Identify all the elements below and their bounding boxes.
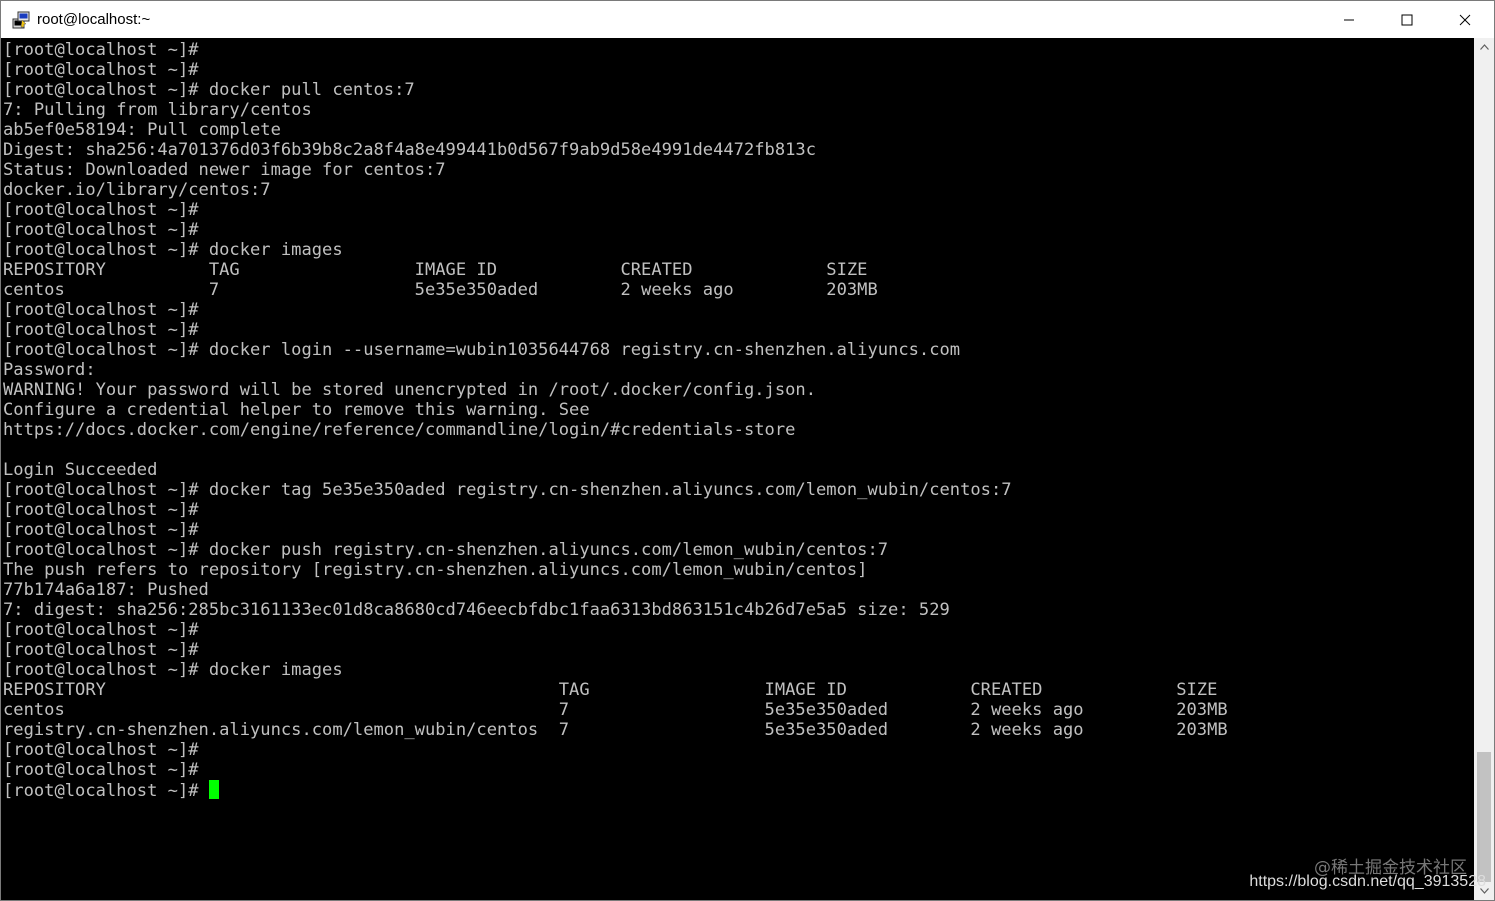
terminal-line: [root@localhost ~]# docker push registry… xyxy=(3,540,889,560)
minimize-icon xyxy=(1344,19,1354,20)
terminal-line: [root@localhost ~]# xyxy=(3,520,199,540)
terminal-line: REPOSITORY TAG IMAGE ID CREATED SIZE xyxy=(3,260,868,280)
shell-prompt: [root@localhost ~]# xyxy=(3,781,209,801)
scroll-up-button[interactable] xyxy=(1474,38,1494,56)
text-cursor xyxy=(208,780,219,799)
window-title: root@localhost:~ xyxy=(37,11,151,28)
terminal-line: https://docs.docker.com/engine/reference… xyxy=(3,420,796,440)
close-icon xyxy=(1459,14,1471,25)
terminal-line: [root@localhost ~]# xyxy=(3,220,199,240)
terminal-line: [root@localhost ~]# xyxy=(3,200,199,220)
terminal-line: ab5ef0e58194: Pull complete xyxy=(3,120,281,140)
title-bar[interactable]: root@localhost:~ xyxy=(1,1,1494,38)
maximize-icon xyxy=(1401,14,1413,25)
terminal-line: 7: Pulling from library/centos xyxy=(3,100,312,120)
terminal-line: Digest: sha256:4a701376d03f6b39b8c2a8f4a… xyxy=(3,140,817,160)
terminal-line: [root@localhost ~]# docker images xyxy=(3,660,343,680)
terminal-line: registry.cn-shenzhen.aliyuncs.com/lemon_… xyxy=(3,720,1228,740)
minimize-button[interactable] xyxy=(1320,1,1378,38)
terminal-line: [root@localhost ~]# docker pull centos:7 xyxy=(3,80,415,100)
terminal-line: [root@localhost ~]# xyxy=(3,760,199,780)
terminal-line: Password: xyxy=(3,360,96,380)
terminal-line: WARNING! Your password will be stored un… xyxy=(3,380,817,400)
terminal-line: REPOSITORY TAG IMAGE ID CREATED SIZE xyxy=(3,680,1218,700)
chevron-up-icon xyxy=(1479,44,1489,50)
vertical-scrollbar[interactable] xyxy=(1474,38,1494,900)
scrollbar-thumb[interactable] xyxy=(1477,752,1491,882)
terminal-line: [root@localhost ~]# xyxy=(3,300,199,320)
terminal-line: Login Succeeded xyxy=(3,460,158,480)
terminal-line: docker.io/library/centos:7 xyxy=(3,180,271,200)
terminal-line: [root@localhost ~]# xyxy=(3,620,199,640)
maximize-button[interactable] xyxy=(1378,1,1436,38)
terminal-line: [root@localhost ~]# docker images xyxy=(3,240,343,260)
close-button[interactable] xyxy=(1436,1,1494,38)
terminal-line: [root@localhost ~]# xyxy=(3,500,199,520)
terminal-line: [root@localhost ~]# xyxy=(3,740,199,760)
terminal-line: 77b174a6a187: Pushed xyxy=(3,580,209,600)
terminal-line: [root@localhost ~]# docker login --usern… xyxy=(3,340,961,360)
terminal-lines: [root@localhost ~]# [root@localhost ~]# [r… xyxy=(3,40,1228,801)
terminal-window: root@localhost:~ [root@localhost ~]# [roo… xyxy=(0,0,1495,901)
watermark-url: https://blog.csdn.net/qq_3913528 xyxy=(1249,873,1486,890)
terminal-line: Status: Downloaded newer image for cento… xyxy=(3,160,446,180)
terminal-line: [root@localhost ~]# docker tag 5e35e350a… xyxy=(3,480,1012,500)
terminal-line: [root@localhost ~]# xyxy=(3,320,199,340)
terminal-line: 7: digest: sha256:285bc3161133ec01d8ca86… xyxy=(3,600,950,620)
terminal-prompt-line[interactable]: [root@localhost ~]# xyxy=(3,780,1228,801)
terminal-line: Configure a credential helper to remove … xyxy=(3,400,590,420)
terminal-line: [root@localhost ~]# xyxy=(3,60,199,80)
terminal-line: centos 7 5e35e350aded 2 weeks ago 203MB xyxy=(3,280,878,300)
terminal-output[interactable]: [root@localhost ~]# [root@localhost ~]# [r… xyxy=(1,38,1475,900)
terminal-line: centos 7 5e35e350aded 2 weeks ago 203MB xyxy=(3,700,1228,720)
terminal-line: [root@localhost ~]# xyxy=(3,40,199,60)
putty-icon xyxy=(12,11,30,28)
terminal-line: The push refers to repository [registry.… xyxy=(3,560,868,580)
terminal-line: [root@localhost ~]# xyxy=(3,640,199,660)
